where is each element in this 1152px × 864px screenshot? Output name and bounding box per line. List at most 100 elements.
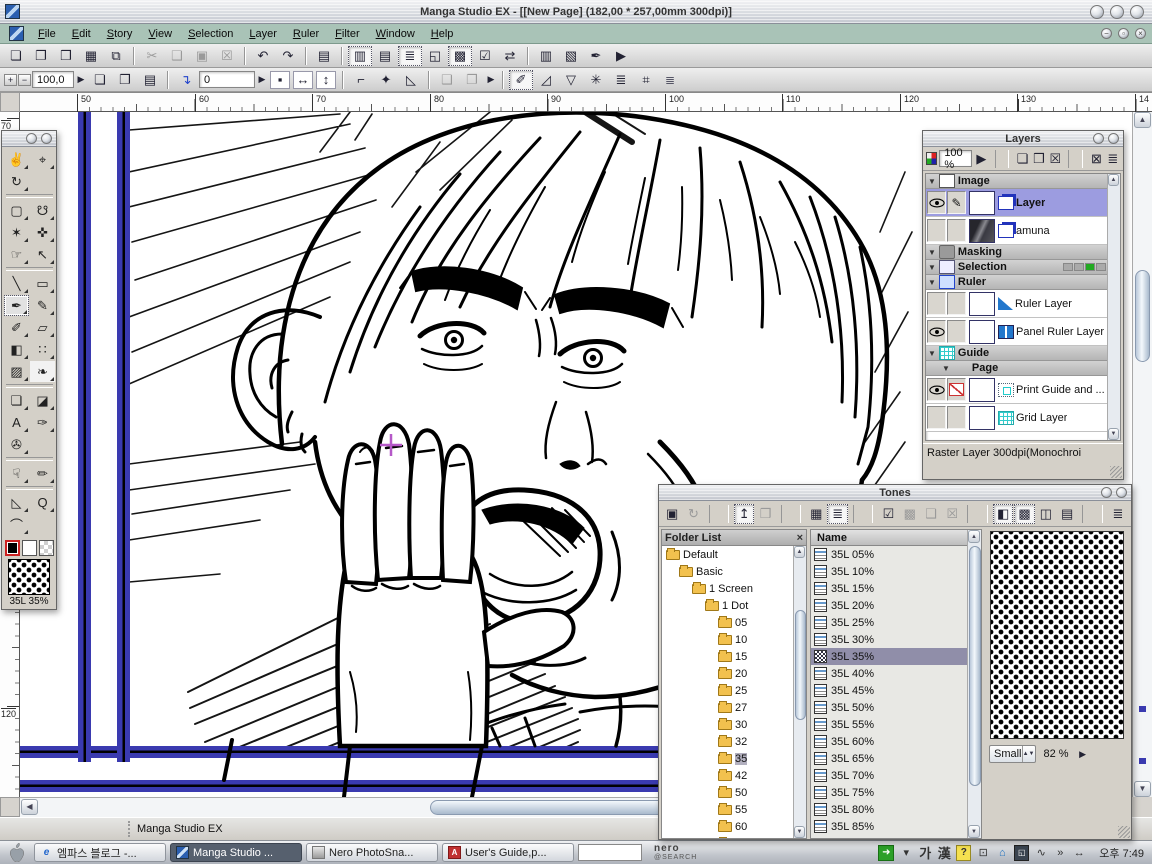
eyedropper-tool[interactable]: ✇ [4, 434, 29, 455]
airbrush-tool[interactable]: ∷ [30, 339, 55, 360]
zoom-in-button[interactable]: + [4, 74, 17, 86]
layer-group-masking[interactable]: ▼ ✎ Masking [926, 245, 1120, 260]
tone-35l-45[interactable]: 35L 45% [811, 682, 981, 699]
layer-group-selection[interactable]: ▼ ✎ Selection [926, 260, 1120, 275]
join-line-tool[interactable]: ✑ [30, 412, 55, 433]
toolbar-sep-3[interactable] [305, 47, 307, 65]
selection-menu-arrow[interactable]: ▶ [485, 74, 497, 85]
print-button[interactable]: ▤ [312, 46, 336, 66]
folder-35[interactable]: 35 [662, 750, 806, 767]
selection-pen-tool[interactable]: ✏ [30, 463, 55, 484]
palette-close-button[interactable] [1108, 133, 1119, 144]
panel-cutter-tool[interactable]: ◪ [30, 390, 55, 411]
properties-palette-toggle[interactable]: ☑ [473, 46, 497, 66]
parallel-lines-button[interactable]: ≣ [609, 70, 633, 90]
tone-edit-button[interactable]: ▩ [900, 504, 920, 524]
foreground-color-swatch[interactable] [5, 540, 20, 556]
tone-35l-55[interactable]: 35L 55% [811, 716, 981, 733]
preview-menu-arrow[interactable]: ▶ [1077, 749, 1089, 760]
tones-palette-toggle[interactable]: ▩ [448, 46, 472, 66]
gradient-tool[interactable]: ▨ [4, 361, 29, 382]
tool-sep-5[interactable] [6, 486, 53, 490]
create-ruler-button[interactable]: ✐ [509, 70, 533, 90]
visibility-toggle[interactable] [927, 320, 946, 343]
toggle-preview-pane-button[interactable]: ▩ [1014, 504, 1034, 524]
scroll-up-button[interactable]: ▲ [1108, 174, 1119, 186]
task-users-guide[interactable]: A User's Guide,p... [442, 843, 574, 862]
tray-ime-hanja[interactable]: 漢 [937, 845, 951, 861]
layer-row-ruler-layer[interactable]: ▼ ✎ Ruler Layer [926, 290, 1120, 318]
scroll-up-button[interactable]: ▲ [1134, 112, 1151, 128]
folder-scrollbar[interactable]: ▲ ▼ [793, 546, 806, 838]
navigator-palette-toggle[interactable]: ≣ [398, 46, 422, 66]
delete-button[interactable]: ☒ [215, 46, 239, 66]
collapse-triangle-icon[interactable]: ▼ [928, 278, 936, 287]
text-tool[interactable]: A [4, 412, 29, 433]
visibility-toggle[interactable] [927, 191, 946, 214]
tones-sep-5[interactable] [1082, 505, 1102, 523]
rotate-reset-button[interactable]: ▪ [270, 71, 290, 89]
curve-ruler-tool[interactable]: ⌒ [4, 514, 29, 535]
maximize-button[interactable] [1110, 5, 1124, 19]
close-icon[interactable]: × [797, 532, 803, 544]
story-palette-toggle[interactable]: ▤ [373, 46, 397, 66]
tone-35l-10[interactable]: 35L 10% [811, 563, 981, 580]
pattern-brush-tool[interactable]: ❧ [30, 361, 55, 382]
flip-vertical-button[interactable]: ↕ [316, 71, 336, 89]
tray-volume-icon[interactable]: ∿ [1034, 845, 1048, 861]
palette-minimize-button[interactable] [1101, 487, 1112, 498]
layer-name[interactable]: Selection [958, 261, 1007, 273]
mdi-close-button[interactable]: × [1135, 28, 1146, 39]
folder-scroll-thumb[interactable] [795, 610, 806, 720]
toolbar-sep-1[interactable] [133, 47, 135, 65]
folder-up-button[interactable]: ↥ [734, 504, 754, 524]
title-bar[interactable]: Manga Studio EX - [[New Page] (182,00 * … [0, 0, 1152, 24]
menu-ruler[interactable]: Ruler [285, 26, 327, 42]
toggle-list-pane-button[interactable]: ◫ [1036, 504, 1056, 524]
folder-20[interactable]: 20 [662, 665, 806, 682]
folder-10[interactable]: 10 [662, 631, 806, 648]
layers-scrollbar[interactable]: ▲ ▼ [1107, 174, 1120, 440]
palette-minimize-button[interactable] [26, 133, 37, 144]
background-color-swatch[interactable] [22, 540, 37, 556]
layer-row-print-guide[interactable]: ▼ ✎ Print Guide and ... [926, 376, 1120, 404]
folder-30[interactable]: 30 [662, 716, 806, 733]
tool-blank-2[interactable] [30, 434, 55, 455]
tones-sep-1[interactable] [709, 505, 729, 523]
snap-tone-button[interactable]: ✦ [374, 70, 398, 90]
scroll-up-button[interactable]: ▲ [794, 546, 805, 558]
layer-row-grid-layer[interactable]: ▼ ✎ Grid Layer [926, 404, 1120, 432]
paste-button[interactable]: ▣ [190, 46, 214, 66]
tones-menu-button[interactable]: ≣ [1108, 504, 1128, 524]
layers-palette-titlebar[interactable]: Layers [923, 131, 1123, 147]
tone-35l-80[interactable]: 35L 80% [811, 801, 981, 818]
layer-thumbnail[interactable] [969, 292, 995, 316]
show-selected-button[interactable]: ☑ [878, 504, 898, 524]
layer-name[interactable]: Page [972, 362, 998, 374]
menu-edit[interactable]: Edit [64, 26, 99, 42]
tools-palette-titlebar[interactable] [2, 131, 56, 147]
opacity-menu-arrow[interactable]: ▶ [974, 149, 988, 169]
layers-menu-button[interactable]: ≣ [1106, 149, 1120, 169]
resize-grip[interactable] [1110, 466, 1122, 478]
folder-65[interactable]: 65 [662, 835, 806, 839]
layer-thumbnail[interactable] [969, 320, 995, 344]
visibility-toggle[interactable] [927, 406, 946, 429]
arrow-tool[interactable]: ↖ [30, 244, 55, 265]
folder-15[interactable]: 15 [662, 648, 806, 665]
tray-monitor-icon[interactable]: ⊡ [976, 845, 990, 861]
snap-ruler-button[interactable]: ⌐ [349, 70, 373, 90]
eraser-tool[interactable]: ▱ [30, 317, 55, 338]
layer-opacity-field[interactable]: 100 % [939, 150, 972, 167]
layer-thumbnail[interactable] [969, 191, 995, 215]
folder-default[interactable]: Default [662, 546, 806, 563]
paste-tone-button[interactable]: ▣ [662, 504, 682, 524]
shape-tool[interactable]: ▭ [30, 273, 55, 294]
pen-tool[interactable]: ✒ [4, 295, 29, 316]
rotate-menu-arrow[interactable]: ▶ [256, 74, 268, 85]
tones-scroll-thumb[interactable] [969, 546, 981, 786]
layer-name[interactable]: Ruler [958, 276, 986, 288]
collapse-triangle-icon[interactable]: ▼ [928, 177, 936, 186]
layer-group-guide[interactable]: ▼ ✎ Guide [926, 346, 1120, 361]
layer-group-page[interactable]: ▼ ✎ Page [926, 361, 1120, 376]
